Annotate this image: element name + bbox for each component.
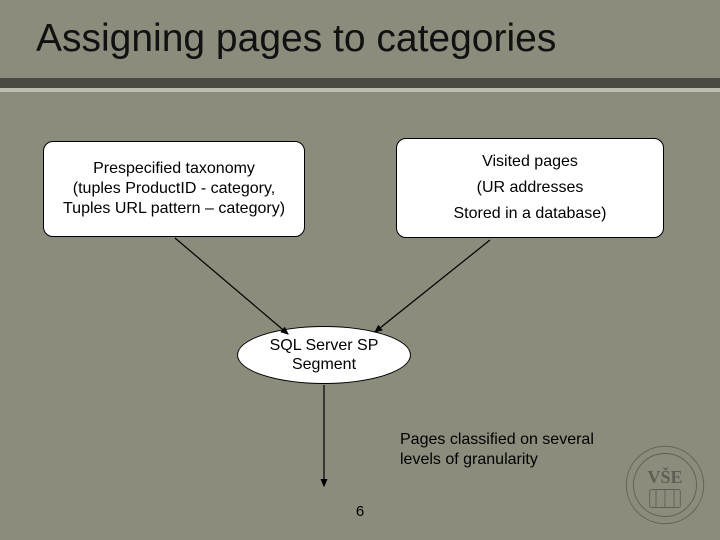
title-underline-light [0, 88, 720, 92]
ellipse-line1: SQL Server SP [270, 336, 379, 355]
visited-pages-box: Visited pages (UR addresses Stored in a … [396, 138, 664, 238]
title-underline-dark [0, 78, 720, 88]
vse-logo: VŠE [620, 440, 710, 530]
title-bar: Assigning pages to categories [0, 0, 720, 78]
box-right-line2: (UR addresses [477, 178, 584, 198]
sql-server-ellipse: SQL Server SP Segment [237, 326, 411, 384]
box-right-line3: Stored in a database) [454, 204, 607, 224]
page-number: 6 [356, 503, 364, 520]
prespecified-taxonomy-box: Prespecified taxonomy (tuples ProductID … [43, 141, 305, 237]
arrow-right-to-ellipse [375, 240, 490, 332]
box-left-line3: Tuples URL pattern – category) [63, 199, 285, 219]
output-line2: levels of granularity [400, 450, 630, 470]
output-text: Pages classified on several levels of gr… [400, 430, 630, 470]
logo-icon: VŠE [620, 440, 710, 530]
output-line1: Pages classified on several [400, 430, 630, 450]
box-right-line1: Visited pages [482, 152, 578, 172]
box-left-line1: Prespecified taxonomy [93, 159, 255, 179]
svg-text:VŠE: VŠE [647, 466, 682, 487]
page-title: Assigning pages to categories [36, 17, 556, 61]
box-left-line2: (tuples ProductID - category, [73, 179, 275, 199]
ellipse-line2: Segment [292, 355, 356, 374]
arrow-left-to-ellipse [175, 238, 288, 334]
